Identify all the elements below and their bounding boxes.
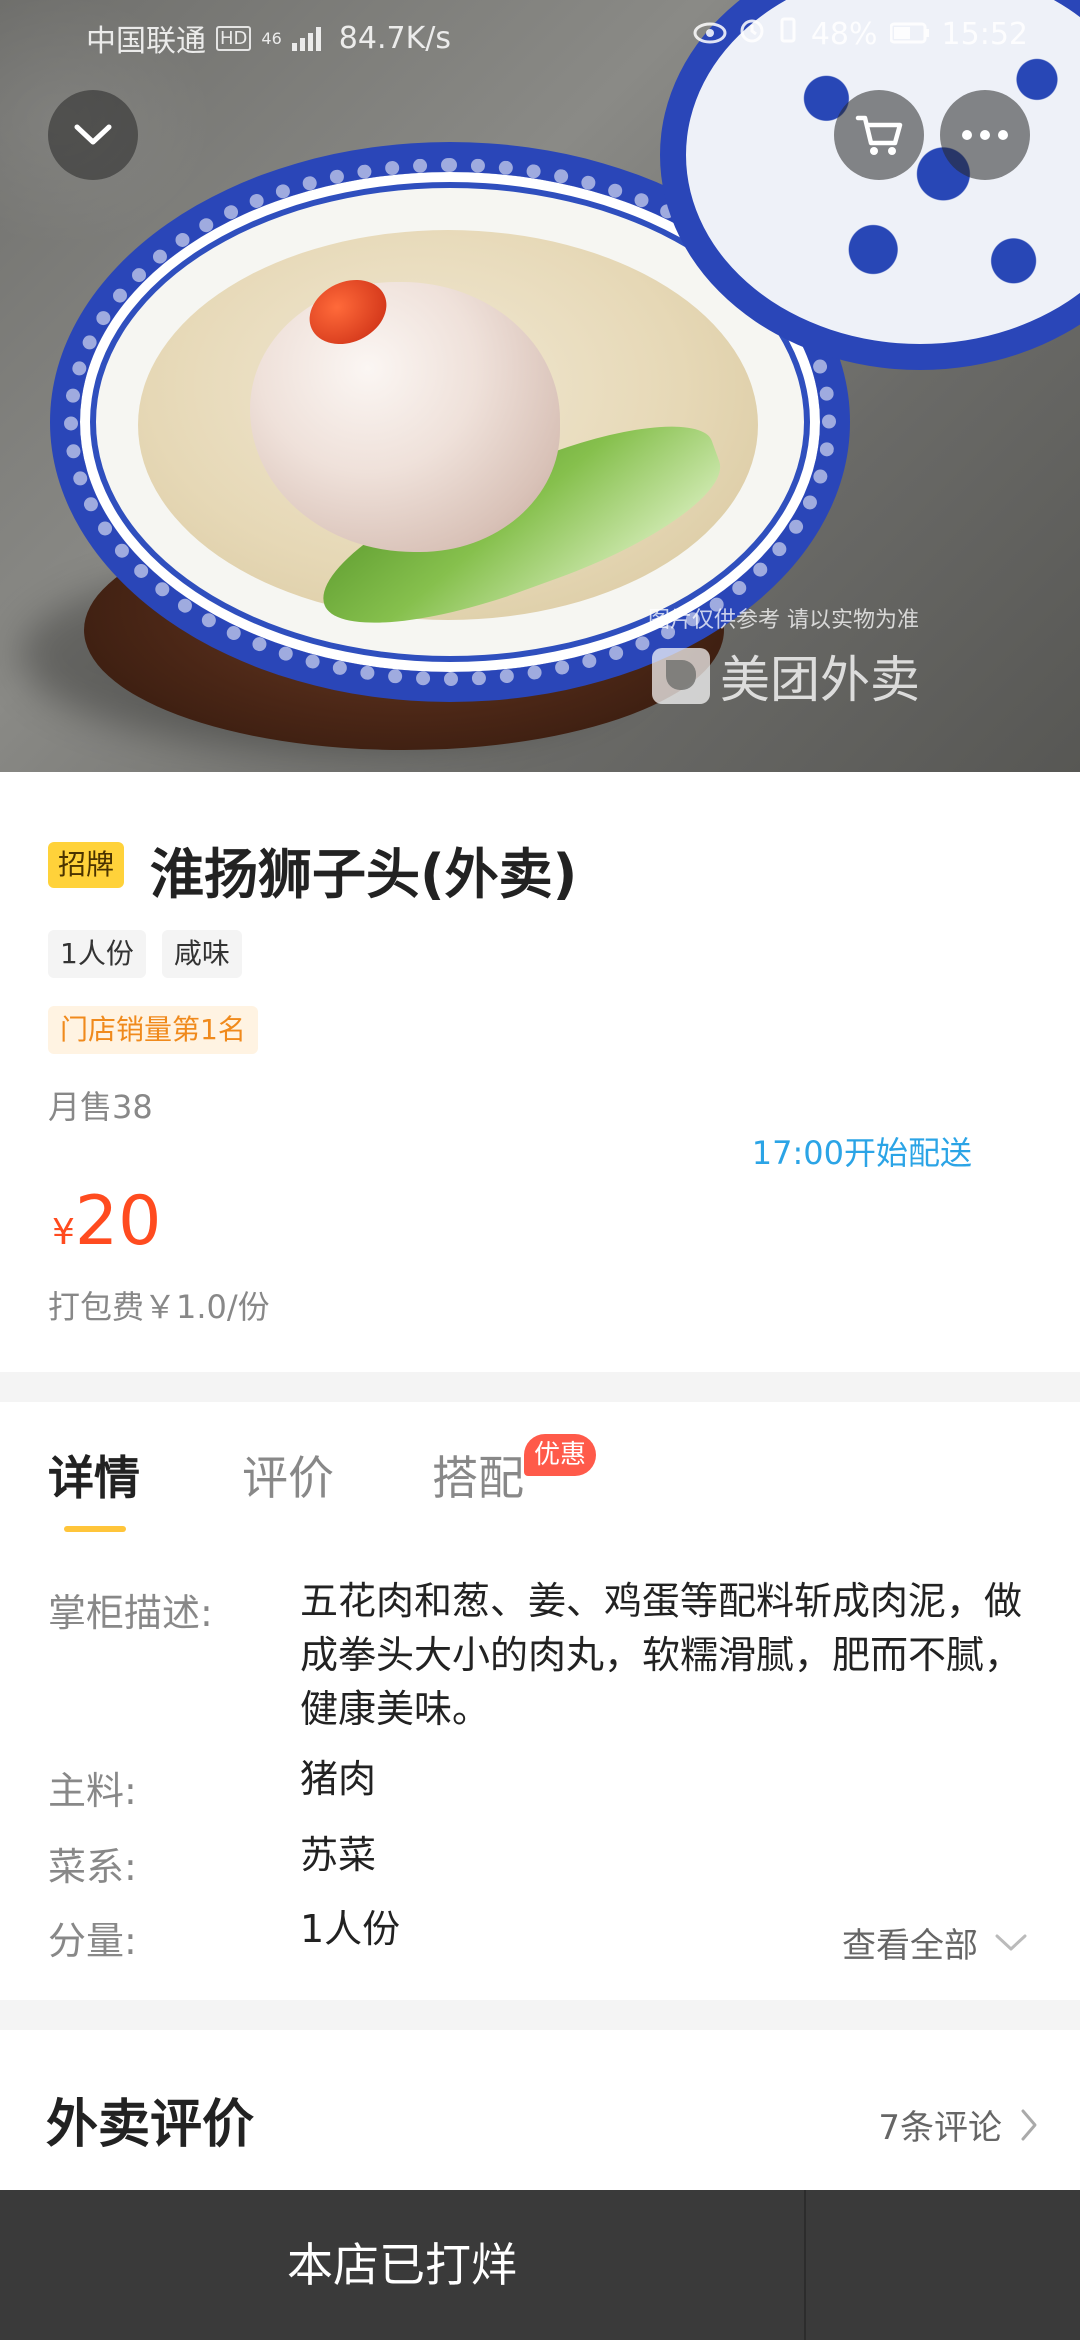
bottom-bar-divider — [804, 2190, 806, 2340]
detail-label: 掌柜描述: — [48, 1591, 213, 1635]
page-title: 淮扬狮子头(外卖) — [150, 843, 578, 906]
section-divider — [0, 1372, 1080, 1402]
watermark-brand: 美团外卖 — [652, 640, 920, 712]
detail-value: 五花肉和葱、姜、鸡蛋等配料斩成肉泥，做成拳头大小的肉丸，软糯滑腻，肥而不腻，健康… — [300, 1579, 1023, 1731]
detail-value: 猪肉 — [300, 1757, 377, 1801]
bottom-action-bar: 本店已打烊 — [0, 2190, 1080, 2340]
reviews-title: 外卖评价 — [46, 2095, 255, 2155]
packing-fee: 打包费￥1.0/份 — [48, 1288, 270, 1326]
detail-label: 分量: — [48, 1919, 137, 1963]
watermark-note: 图片仅供参考 请以实物为准 — [648, 608, 919, 633]
more-dots-icon — [962, 130, 1008, 140]
price-value: 20 — [74, 1182, 162, 1261]
cart-button[interactable] — [834, 90, 924, 180]
more-options-button[interactable] — [940, 90, 1030, 180]
product-info: 招牌 淮扬狮子头(外卖) 1人份 咸味 门店销量第1名 月售38 17:00开始… — [0, 772, 1080, 1372]
detail-value: 苏菜 — [300, 1833, 377, 1877]
hd-badge: HD — [216, 25, 252, 51]
store-closed-notice: 本店已打烊 — [287, 2238, 517, 2292]
sales-rank-tag: 门店销量第1名 — [48, 1006, 258, 1054]
tag-portion: 1人份 — [48, 930, 146, 978]
back-button[interactable] — [48, 90, 138, 180]
vibrate-icon — [777, 16, 799, 52]
carrier-name: 中国联通 — [86, 24, 206, 59]
chevron-right-icon — [1021, 2109, 1037, 2140]
active-tab-indicator — [64, 1526, 126, 1532]
battery-icon — [889, 17, 930, 52]
monthly-sales: 月售38 — [48, 1088, 153, 1126]
watermark-brand-text: 美团外卖 — [720, 651, 920, 709]
currency-symbol: ¥ — [52, 1212, 75, 1253]
signal-icon — [291, 25, 321, 51]
tab-reviews[interactable]: 评价 — [242, 1442, 334, 1508]
alarm-icon — [739, 17, 765, 52]
status-bar: 中国联通 HD 46 84.7K/s 48% 15:52 — [0, 0, 1080, 72]
reviews-count: 7条评论 — [878, 2108, 1002, 2148]
network-type: 46 — [261, 28, 282, 48]
see-all-label: 查看全部 — [842, 1926, 978, 1966]
detail-row-description: 掌柜描述: 五花肉和葱、姜、鸡蛋等配料斩成肉泥，做成拳头大小的肉丸，软糯滑腻，肥… — [48, 1579, 1028, 1752]
network-speed: 84.7K/s — [338, 20, 451, 56]
battery-percent: 48% — [810, 16, 878, 52]
meituan-logo-icon — [652, 648, 710, 704]
detail-label: 主料: — [48, 1769, 137, 1813]
detail-row-ingredient: 主料: 猪肉 — [48, 1757, 1028, 1820]
reviews-count-link[interactable]: 7条评论 — [878, 2100, 1038, 2149]
chevron-down-icon — [995, 1934, 1027, 1950]
eye-icon — [693, 17, 727, 52]
chevron-down-icon — [74, 124, 112, 145]
section-divider — [0, 2000, 1080, 2030]
detail-label: 菜系: — [48, 1845, 137, 1889]
promo-badge: 优惠 — [524, 1434, 597, 1476]
tab-combos[interactable]: 搭配 — [432, 1442, 524, 1508]
delivery-start-time: 17:00开始配送 — [751, 1134, 972, 1172]
product-tags: 1人份 咸味 — [48, 930, 242, 978]
tag-flavor: 咸味 — [161, 930, 242, 978]
tab-details[interactable]: 详情 — [48, 1442, 140, 1508]
signature-badge: 招牌 — [48, 842, 125, 888]
price: ¥20 — [52, 1182, 161, 1261]
cart-icon — [855, 115, 903, 155]
clock-time: 15:52 — [941, 16, 1028, 52]
detail-row-cuisine: 菜系: 苏菜 — [48, 1833, 1028, 1896]
see-all-button[interactable]: 查看全部 — [842, 1918, 1028, 1967]
